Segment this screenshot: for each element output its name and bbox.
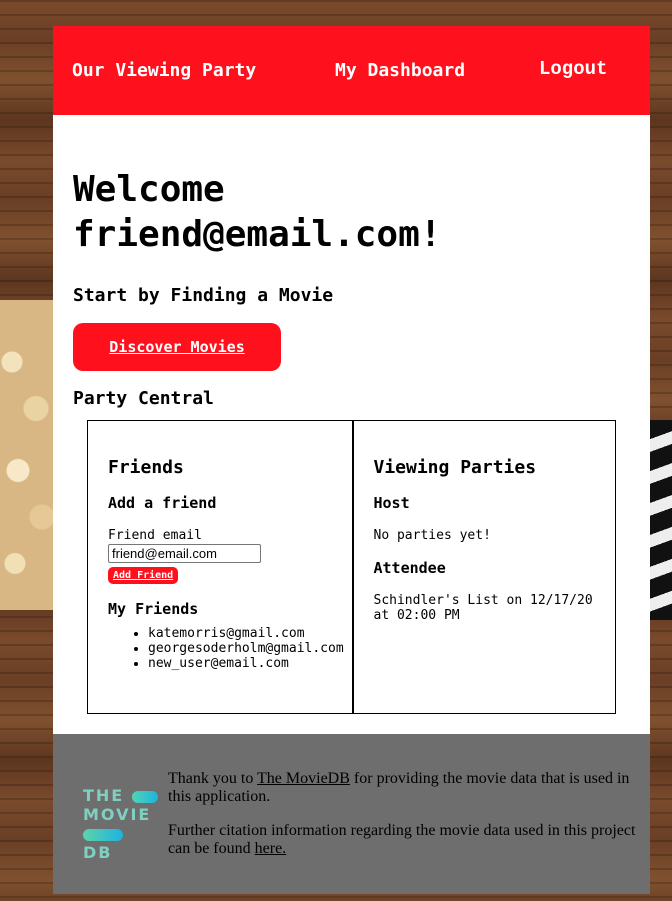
tmdb-logo-icon: THE MOVIE DB [83,786,159,862]
attendee-heading: Attendee [373,559,446,577]
footer: THE MOVIE DB Thank you to The MovieDB fo… [53,734,650,894]
party-central-heading: Party Central [73,388,214,409]
friends-list: katemorris@gmail.com georgesoderholm@gma… [108,626,352,671]
clapperboard-decoration [650,420,672,620]
friend-item: new_user@email.com [148,656,352,671]
welcome-email: friend@email.com! [73,214,442,255]
host-heading: Host [373,494,410,512]
friend-email-label: Friend email [108,528,202,543]
footer-thanks: Thank you to The MovieDB for providing t… [168,770,630,805]
friends-title: Friends [108,457,184,478]
dashboard-content: Welcome friend@email.com! Start by Findi… [53,115,650,409]
citation-link[interactable]: here. [255,840,287,857]
welcome-line: Welcome [73,169,225,210]
nav-link-dashboard[interactable]: My Dashboard [335,60,465,81]
party-central-panels: Friends Add a friend Friend email friend… [87,420,616,714]
friend-email-input[interactable]: friend@email.com [108,544,261,563]
add-friend-button[interactable]: Add Friend [108,567,179,584]
nav-link-viewing-party[interactable]: Our Viewing Party [72,60,256,81]
popcorn-decoration [0,300,60,610]
nav-bar: Our Viewing Party My Dashboard Logout [53,26,650,115]
find-movie-heading: Start by Finding a Movie [73,285,334,306]
welcome-heading: Welcome friend@email.com! [73,115,650,257]
footer-citation: Further citation information regarding t… [168,822,636,857]
viewing-parties-panel: Viewing Parties Host No parties yet! Att… [351,421,616,713]
friends-panel: Friends Add a friend Friend email friend… [88,421,352,713]
host-empty-text: No parties yet! [373,528,491,543]
main-card: Our Viewing Party My Dashboard Logout We… [53,26,650,894]
nav-link-logout[interactable]: Logout [539,58,607,80]
footer-text: Thank you to The MovieDB for providing t… [168,770,638,874]
my-friends-heading: My Friends [108,600,199,618]
moviedb-link[interactable]: The MovieDB [257,770,350,787]
friend-item: katemorris@gmail.com [148,626,352,641]
add-friend-heading: Add a friend [108,494,217,512]
discover-movies-button[interactable]: Discover Movies [73,323,281,371]
viewing-parties-title: Viewing Parties [373,457,537,478]
attendee-party-item: Schindler's List on 12/17/20 at 02:00 PM [373,593,593,623]
friend-item: georgesoderholm@gmail.com [148,641,352,656]
